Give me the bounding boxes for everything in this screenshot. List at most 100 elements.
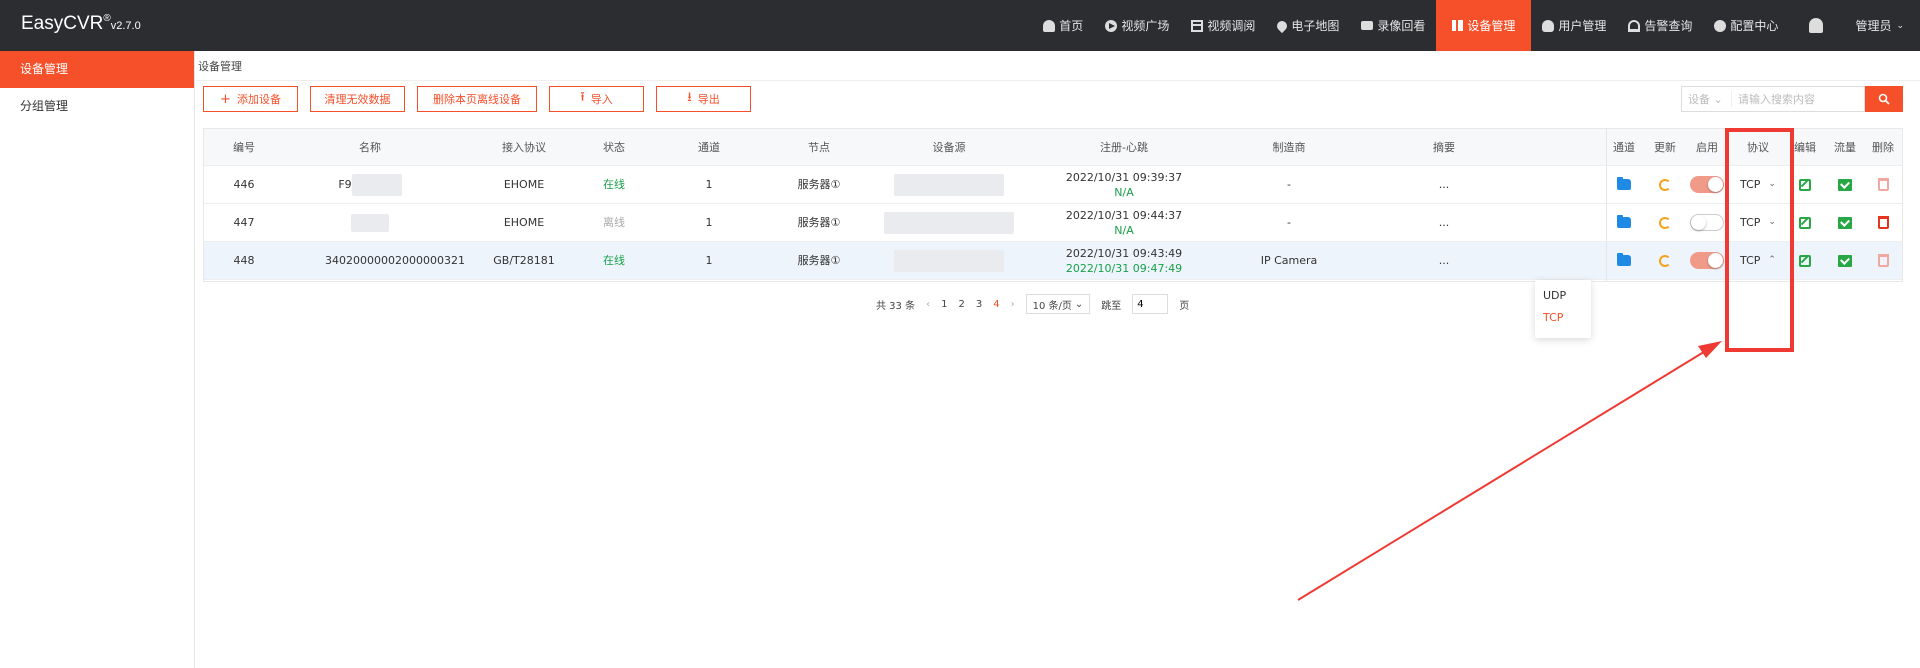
folder-icon: [1617, 177, 1631, 190]
table-row[interactable]: 448 34020000002000000321 GB/T28181 在线 1 …: [204, 242, 1902, 280]
notification-bell[interactable]: [1789, 0, 1841, 51]
page-2[interactable]: 2: [958, 299, 964, 310]
trash-icon: [1877, 216, 1889, 229]
sidebar-item-device-manage[interactable]: 设备管理: [0, 51, 194, 88]
protocol-option-tcp[interactable]: TCP: [1535, 307, 1591, 329]
enable-toggle[interactable]: [1690, 252, 1724, 269]
channel-button[interactable]: [1606, 242, 1642, 279]
map-pin-icon: [1275, 18, 1290, 33]
col-header-summary: 摘要: [1433, 140, 1455, 154]
import-button[interactable]: ⭱ 导入: [549, 86, 644, 112]
channel-button[interactable]: [1606, 204, 1642, 241]
grid-layout-icon: [1191, 19, 1204, 32]
col-header-update: 更新: [1654, 140, 1676, 154]
download-icon: ⭳: [687, 90, 692, 105]
video-camera-icon: [1361, 21, 1374, 30]
refresh-icon: [1659, 178, 1671, 191]
table-header: 编号 名称 接入协议 状态 通道 节点 设备源 注册-心跳 制造商 摘要 通道 …: [204, 129, 1902, 166]
status-badge: 在线: [603, 254, 625, 267]
next-page-button[interactable]: ›: [1011, 299, 1015, 310]
search-box: 设备 ⌄: [1681, 86, 1865, 112]
search-filter-select[interactable]: 设备 ⌄: [1682, 91, 1732, 107]
delete-button[interactable]: [1865, 204, 1901, 241]
nav-config[interactable]: 配置中心: [1703, 0, 1789, 51]
col-header-register-heartbeat: 注册-心跳: [1100, 140, 1148, 154]
search-icon: [1878, 93, 1890, 105]
trash-icon: [1877, 254, 1889, 267]
delete-button[interactable]: [1865, 242, 1901, 279]
redacted-blur: [351, 213, 389, 232]
sidebar-item-group-manage[interactable]: 分组管理: [0, 88, 194, 125]
search-button[interactable]: [1865, 86, 1903, 112]
device-name: 34020000002000000321: [325, 254, 465, 267]
update-button[interactable]: [1645, 242, 1685, 279]
prev-page-button[interactable]: ‹: [926, 299, 930, 310]
alarm-icon: [1628, 19, 1641, 32]
clean-invalid-data-button[interactable]: 清理无效数据: [310, 86, 405, 112]
delete-button[interactable]: [1865, 166, 1901, 203]
channel-button[interactable]: [1606, 166, 1642, 203]
nav-emap[interactable]: 电子地图: [1266, 0, 1350, 51]
col-header-name: 名称: [359, 140, 381, 154]
redacted-blur: [351, 173, 402, 196]
flow-button[interactable]: [1828, 242, 1862, 279]
update-button[interactable]: [1645, 204, 1685, 241]
status-badge: 离线: [603, 216, 625, 229]
nav-video-view[interactable]: 视频调阅: [1180, 0, 1266, 51]
fixed-column-divider: [1606, 129, 1607, 281]
nav-device-manage[interactable]: 设备管理: [1436, 0, 1532, 51]
app-logo[interactable]: EasyCVR®v2.7.0: [21, 13, 141, 35]
breadcrumb: 设备管理: [198, 60, 242, 73]
flow-button[interactable]: [1828, 204, 1862, 241]
search-input[interactable]: [1732, 92, 1860, 106]
table-row[interactable]: 446 F9 EHOME 在线 1 服务器① 2022/10/31 09:39:…: [204, 166, 1902, 204]
page-4[interactable]: 4: [993, 299, 999, 310]
redacted-blur: [884, 211, 1014, 234]
annotation-highlight-box: [1725, 128, 1794, 352]
user-icon: [1542, 19, 1555, 32]
page-size-select[interactable]: 10 条/页 ⌄: [1025, 294, 1091, 314]
page-3[interactable]: 3: [976, 299, 982, 310]
delete-offline-devices-button[interactable]: 删除本页离线设备: [417, 86, 537, 112]
nav-video-square[interactable]: 视频广场: [1094, 0, 1180, 51]
enable-toggle[interactable]: [1690, 176, 1724, 193]
nav-user-manage[interactable]: 用户管理: [1531, 0, 1617, 51]
summary-ellipsis[interactable]: ...: [1364, 242, 1524, 279]
bell-icon: [1809, 18, 1824, 33]
export-button[interactable]: ⭳ 导出: [656, 86, 751, 112]
nav-alarm[interactable]: 告警查询: [1617, 0, 1703, 51]
add-device-button[interactable]: + 添加设备: [203, 86, 298, 112]
summary-ellipsis[interactable]: ...: [1364, 166, 1524, 203]
folder-icon: [1617, 215, 1631, 228]
redacted-blur: [894, 173, 1004, 196]
gear-icon: [1714, 19, 1727, 32]
nav-playback[interactable]: 录像回看: [1350, 0, 1436, 51]
plus-icon: +: [220, 91, 231, 107]
main-content: 设备管理 + 添加设备 清理无效数据 删除本页离线设备 ⭱ 导入 ⭳ 导出 设备 ⌄ …: [196, 51, 1920, 668]
enable-toggle[interactable]: [1690, 214, 1724, 231]
edit-icon: [1799, 254, 1811, 267]
device-table: 编号 名称 接入协议 状态 通道 节点 设备源 注册-心跳 制造商 摘要 通道 …: [203, 128, 1903, 282]
chevron-down-icon: ⌄: [1074, 298, 1084, 310]
page-1[interactable]: 1: [941, 299, 947, 310]
folder-icon: [1617, 253, 1631, 266]
jump-page-input[interactable]: [1132, 294, 1169, 314]
flow-button[interactable]: [1828, 166, 1862, 203]
user-menu[interactable]: 管理员 ⌄: [1841, 0, 1920, 51]
top-navbar: EasyCVR®v2.7.0 首页 视频广场 视频调阅 电子地图 录像回看 设备…: [0, 0, 1920, 51]
table-row[interactable]: 447 EHOME 离线 1 服务器① 2022/10/31 09:44:37 N…: [204, 204, 1902, 242]
play-circle-icon: [1105, 19, 1118, 32]
nav-home[interactable]: 首页: [1032, 0, 1094, 51]
chevron-down-icon: ⌄: [1713, 93, 1723, 106]
protocol-dropdown: UDP TCP: [1535, 280, 1591, 338]
home-icon: [1043, 19, 1056, 32]
col-header-device-source: 设备源: [932, 140, 966, 154]
status-badge: 在线: [603, 178, 625, 191]
col-header-vendor: 制造商: [1272, 140, 1306, 154]
flow-chart-icon: [1838, 178, 1852, 191]
flow-chart-icon: [1838, 254, 1852, 267]
divider: [196, 80, 1920, 81]
update-button[interactable]: [1645, 166, 1685, 203]
protocol-option-udp[interactable]: UDP: [1535, 285, 1591, 307]
summary-ellipsis[interactable]: ...: [1364, 204, 1524, 241]
